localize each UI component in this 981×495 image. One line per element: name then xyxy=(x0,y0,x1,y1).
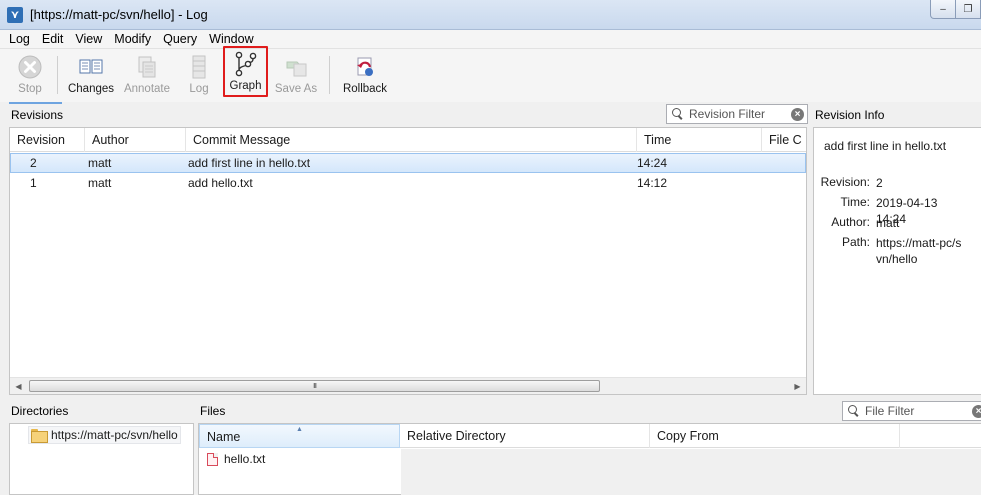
author-cell: matt xyxy=(88,156,112,170)
minimize-button[interactable]: – xyxy=(930,0,956,19)
directory-item[interactable]: https://matt-pc/svn/hello xyxy=(28,426,181,444)
save-as-button[interactable]: Save As xyxy=(268,49,324,99)
annotate-button[interactable]: Annotate xyxy=(119,49,175,99)
column-commit-message[interactable]: Commit Message xyxy=(186,128,637,152)
toolbar: Stop Changes Annotate Log Graph Save As xyxy=(0,46,981,102)
rollback-icon xyxy=(352,54,378,80)
info-commit-message: add first line in hello.txt xyxy=(824,139,947,153)
column-copy-from[interactable]: Copy From xyxy=(650,424,900,448)
column-name[interactable]: ▲ Name xyxy=(199,424,400,448)
scroll-left-icon[interactable]: ◀ xyxy=(10,378,27,395)
log-icon xyxy=(186,54,212,80)
search-icon xyxy=(671,107,685,121)
graph-button[interactable]: Graph xyxy=(223,46,268,97)
rollback-button[interactable]: Rollback xyxy=(335,49,395,99)
stop-label: Stop xyxy=(18,83,42,95)
title-bar: ⋎ [https://matt-pc/svn/hello] - Log – ❐ xyxy=(0,0,981,30)
table-row[interactable]: 2 matt add first line in hello.txt 14:24 xyxy=(10,153,806,173)
info-path-row: Path: https://matt-pc/svn/hello xyxy=(814,235,966,267)
info-revision-row: Revision: 2 xyxy=(814,175,966,191)
scrollbar-thumb[interactable]: III xyxy=(29,380,600,392)
sort-ascending-icon: ▲ xyxy=(296,426,303,433)
menu-log[interactable]: Log xyxy=(0,32,36,46)
revisions-tab[interactable]: Revisions xyxy=(11,108,63,122)
menu-bar: Log Edit View Modify Query Window xyxy=(0,30,981,49)
revisions-list: 2 matt add first line in hello.txt 14:24… xyxy=(10,152,806,193)
directories-title: Directories xyxy=(11,404,69,418)
file-filter[interactable]: × xyxy=(842,401,981,421)
time-cell: 14:24 xyxy=(637,156,668,170)
message-cell: add first line in hello.txt xyxy=(188,156,311,170)
info-path-value: https://matt-pc/svn/hello xyxy=(876,236,962,266)
column-time[interactable]: Time xyxy=(637,128,762,152)
revisions-table-header: Revision Author Commit Message Time File… xyxy=(10,128,806,152)
revision-info-panel: add first line in hello.txt Revision: 2 … xyxy=(813,127,981,395)
info-revision-value: 2 xyxy=(876,176,883,190)
info-author-value: matt xyxy=(876,216,900,230)
column-relative-directory[interactable]: Relative Directory xyxy=(400,424,650,448)
log-label: Log xyxy=(189,83,209,95)
time-cell: 14:12 xyxy=(637,176,668,190)
rollback-label: Rollback xyxy=(342,83,388,95)
annotate-icon xyxy=(134,54,160,80)
window-controls: – ❐ xyxy=(930,0,981,19)
info-revision-label: Revision: xyxy=(820,175,870,189)
horizontal-scrollbar[interactable]: ◀ III ▶ xyxy=(10,377,806,394)
table-row[interactable]: 1 matt add hello.txt 14:12 xyxy=(10,173,806,193)
menu-window[interactable]: Window xyxy=(203,32,259,46)
revisions-table: Revision Author Commit Message Time File… xyxy=(9,127,807,395)
changes-icon xyxy=(78,54,104,80)
search-icon xyxy=(847,404,861,418)
tortoise-svn-icon: ⋎ xyxy=(7,6,23,23)
window-title: [https://matt-pc/svn/hello] - Log xyxy=(30,7,208,22)
stop-icon xyxy=(17,54,43,80)
column-file-changes[interactable]: File C xyxy=(762,128,806,152)
file-filter-input[interactable] xyxy=(865,404,965,418)
graph-label: Graph xyxy=(229,80,262,92)
folder-icon xyxy=(31,429,48,443)
graph-icon xyxy=(233,51,259,77)
restore-button[interactable]: ❐ xyxy=(955,0,981,19)
directories-tree: https://matt-pc/svn/hello xyxy=(9,423,194,495)
info-author-row: Author: matt xyxy=(814,215,966,231)
column-author[interactable]: Author xyxy=(85,128,186,152)
column-name-label: Name xyxy=(207,430,241,444)
revision-info-title: Revision Info xyxy=(815,108,885,122)
scroll-right-icon[interactable]: ▶ xyxy=(789,378,806,395)
column-revision[interactable]: Revision xyxy=(10,128,85,152)
info-path-label: Path: xyxy=(841,235,870,249)
revision-cell: 2 xyxy=(30,156,37,170)
files-table-header: ▲ Name Relative Directory Copy From xyxy=(199,424,981,448)
revision-cell: 1 xyxy=(30,176,37,190)
log-button[interactable]: Log xyxy=(175,49,223,99)
menu-modify[interactable]: Modify xyxy=(108,32,157,46)
save-as-icon xyxy=(283,54,309,80)
stop-button[interactable]: Stop xyxy=(8,49,52,99)
clear-filter-icon[interactable]: × xyxy=(791,108,804,121)
menu-query[interactable]: Query xyxy=(157,32,203,46)
annotate-label: Annotate xyxy=(123,83,171,95)
menu-edit[interactable]: Edit xyxy=(36,32,70,46)
toolbar-separator xyxy=(329,56,330,94)
text-file-icon xyxy=(207,452,218,466)
changes-button[interactable]: Changes xyxy=(63,49,119,99)
revisions-tab-indicator xyxy=(9,102,62,104)
file-name: hello.txt xyxy=(224,452,266,466)
revision-filter[interactable]: × xyxy=(666,104,808,124)
files-title: Files xyxy=(200,404,226,418)
changes-label: Changes xyxy=(67,83,115,95)
info-author-label: Author: xyxy=(831,215,870,229)
message-cell: add hello.txt xyxy=(188,176,253,190)
menu-view[interactable]: View xyxy=(69,32,108,46)
revision-filter-input[interactable] xyxy=(689,107,789,121)
toolbar-separator xyxy=(57,56,58,94)
directory-label: https://matt-pc/svn/hello xyxy=(51,428,178,442)
save-as-label: Save As xyxy=(274,83,318,95)
files-table: ▲ Name Relative Directory Copy From hell… xyxy=(198,423,981,495)
clear-filter-icon[interactable]: × xyxy=(972,405,981,418)
files-empty-area xyxy=(401,449,981,495)
author-cell: matt xyxy=(88,176,112,190)
